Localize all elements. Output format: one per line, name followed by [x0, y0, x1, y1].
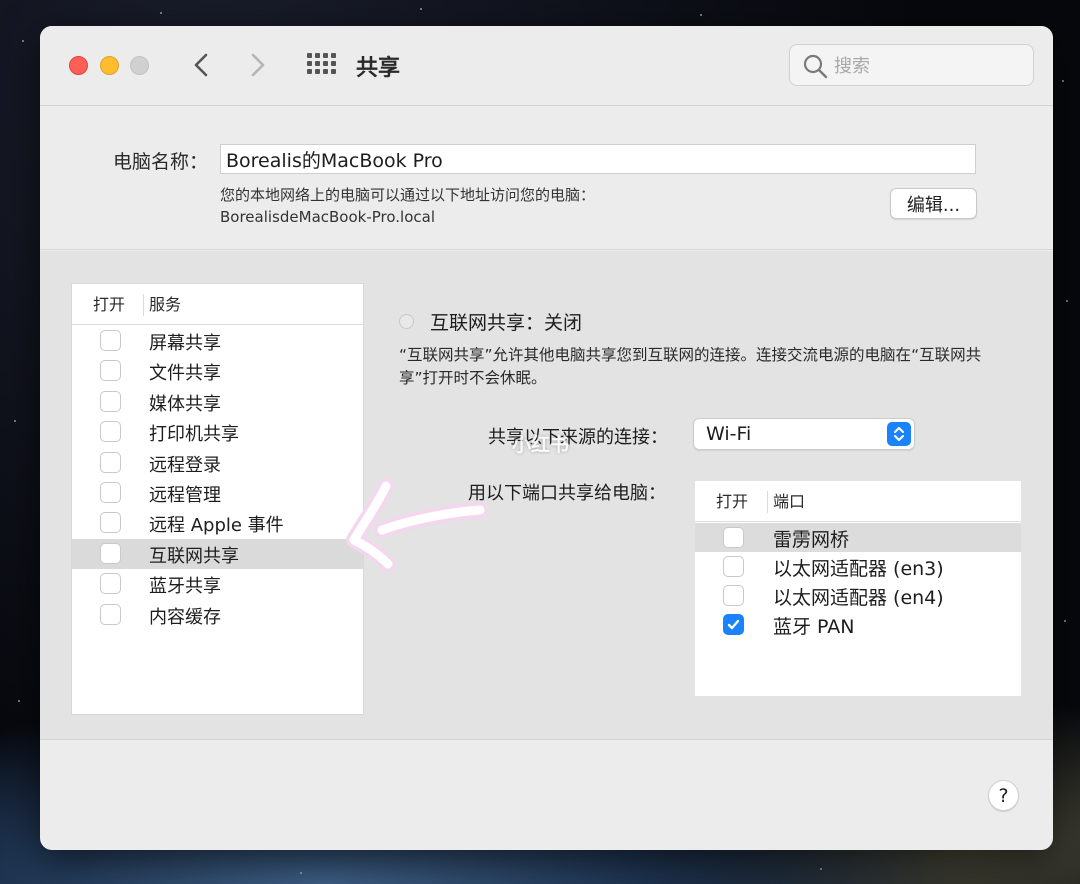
- service-label: 远程登录: [149, 454, 221, 476]
- services-list: 打开 服务 屏幕共享文件共享媒体共享打印机共享远程登录远程管理远程 Apple …: [71, 283, 364, 715]
- service-row[interactable]: 远程登录: [72, 448, 363, 478]
- service-checkbox[interactable]: [100, 330, 121, 351]
- column-header-on[interactable]: 打开: [93, 284, 125, 325]
- service-row[interactable]: 媒体共享: [72, 387, 363, 417]
- share-from-select[interactable]: Wi-Fi: [693, 418, 915, 450]
- service-label: 远程管理: [149, 485, 221, 506]
- edit-button[interactable]: 编辑...: [890, 188, 977, 219]
- internet-sharing-description: “互联网共享”允许其他电脑共享您到互联网的连接。连接交流电源的电脑在“互联网共享…: [399, 346, 982, 387]
- service-checkbox[interactable]: [100, 603, 121, 625]
- service-row[interactable]: 蓝牙共享: [72, 569, 363, 599]
- port-checkbox-checked[interactable]: [723, 614, 744, 635]
- ports-column-header-on[interactable]: 打开: [716, 481, 748, 522]
- local-address-hint: 您的本地网络上的电脑可以通过以下地址访问您的电脑：: [220, 186, 596, 204]
- ports-column-header-port[interactable]: 端口: [773, 481, 805, 522]
- stepper-icon: [887, 422, 911, 446]
- service-row[interactable]: 远程管理: [72, 478, 363, 508]
- port-label: 蓝牙 PAN: [773, 616, 855, 638]
- port-row[interactable]: 以太网适配器 (en4): [695, 581, 1021, 610]
- service-row[interactable]: 互联网共享: [72, 538, 363, 569]
- internet-sharing-status: 互联网共享：关闭: [430, 312, 583, 334]
- search-icon: [803, 54, 828, 79]
- service-label: 远程 Apple 事件: [149, 515, 284, 537]
- service-row[interactable]: 文件共享: [72, 356, 363, 386]
- watermark: 小红书: [512, 434, 570, 456]
- service-label: 内容缓存: [149, 606, 221, 628]
- port-row[interactable]: 雷雳网桥: [695, 523, 1021, 552]
- ports-list: 打开 端口 雷雳网桥以太网适配器 (en3) 以太网适配器 (en4) 蓝牙 PAN: [695, 481, 1021, 696]
- chevron-right-icon: [251, 53, 265, 77]
- port-checkbox[interactable]: [723, 556, 744, 577]
- service-row[interactable]: 打印机共享: [72, 417, 363, 447]
- window-title: 共享: [356, 56, 401, 81]
- service-row[interactable]: 远程 Apple 事件: [72, 508, 363, 538]
- service-label: 打印机共享: [149, 424, 239, 446]
- service-label: 文件共享: [149, 363, 221, 385]
- computer-name-section: 电脑名称： 您的本地网络上的电脑可以通过以下地址访问您的电脑： Borealis…: [40, 107, 1053, 250]
- port-checkbox[interactable]: [723, 585, 744, 606]
- chevron-left-icon: [194, 53, 208, 77]
- internet-sharing-status-indicator: [399, 314, 414, 329]
- service-checkbox[interactable]: [100, 482, 121, 503]
- zoom-light[interactable]: [130, 56, 149, 75]
- port-label: 雷雳网桥: [773, 529, 850, 551]
- share-to-label: 用以下端口共享给电脑：: [468, 483, 666, 504]
- grid-icon[interactable]: [307, 53, 336, 75]
- service-checkbox[interactable]: [100, 542, 121, 564]
- service-checkbox[interactable]: [100, 390, 121, 412]
- service-checkbox[interactable]: [100, 451, 121, 473]
- back-button[interactable]: [185, 48, 219, 82]
- port-label: 以太网适配器 (en4): [773, 587, 944, 609]
- services-list-header: 打开 服务: [72, 284, 363, 325]
- column-header-service[interactable]: 服务: [149, 284, 181, 325]
- toolbar: 共享: [40, 26, 1053, 106]
- port-checkbox[interactable]: [723, 527, 744, 548]
- service-checkbox[interactable]: [100, 360, 121, 382]
- local-address-description: 您的本地网络上的电脑可以通过以下地址访问您的电脑： BorealisdeMacB…: [220, 184, 595, 228]
- service-label: 蓝牙共享: [149, 576, 221, 598]
- forward-button[interactable]: [240, 48, 274, 82]
- search-input[interactable]: [834, 53, 1024, 79]
- service-checkbox[interactable]: [100, 512, 121, 534]
- computer-name-field[interactable]: [220, 144, 976, 174]
- sharing-main-area: 打开 服务 屏幕共享文件共享媒体共享打印机共享远程登录远程管理远程 Apple …: [40, 251, 1053, 740]
- ports-list-header: 打开 端口: [695, 481, 1021, 522]
- service-label: 屏幕共享: [149, 333, 221, 354]
- search-field[interactable]: [789, 44, 1034, 86]
- service-checkbox[interactable]: [100, 421, 121, 443]
- local-address: BorealisdeMacBook-Pro.local: [220, 208, 436, 226]
- service-row[interactable]: 屏幕共享: [72, 326, 363, 356]
- port-label: 以太网适配器 (en3): [773, 558, 944, 580]
- minimize-light[interactable]: [100, 56, 119, 75]
- help-button[interactable]: ?: [988, 780, 1019, 811]
- service-checkbox[interactable]: [100, 573, 121, 595]
- share-from-value: Wi-Fi: [706, 423, 752, 445]
- service-label: 互联网共享: [149, 545, 239, 567]
- checkmark-icon: [727, 619, 740, 630]
- close-light[interactable]: [69, 56, 88, 75]
- port-row[interactable]: 以太网适配器 (en3): [695, 552, 1021, 581]
- port-row[interactable]: 蓝牙 PAN: [695, 610, 1021, 639]
- computer-name-label: 电脑名称：: [113, 151, 209, 173]
- service-row[interactable]: 内容缓存: [72, 600, 363, 630]
- service-label: 媒体共享: [149, 393, 221, 415]
